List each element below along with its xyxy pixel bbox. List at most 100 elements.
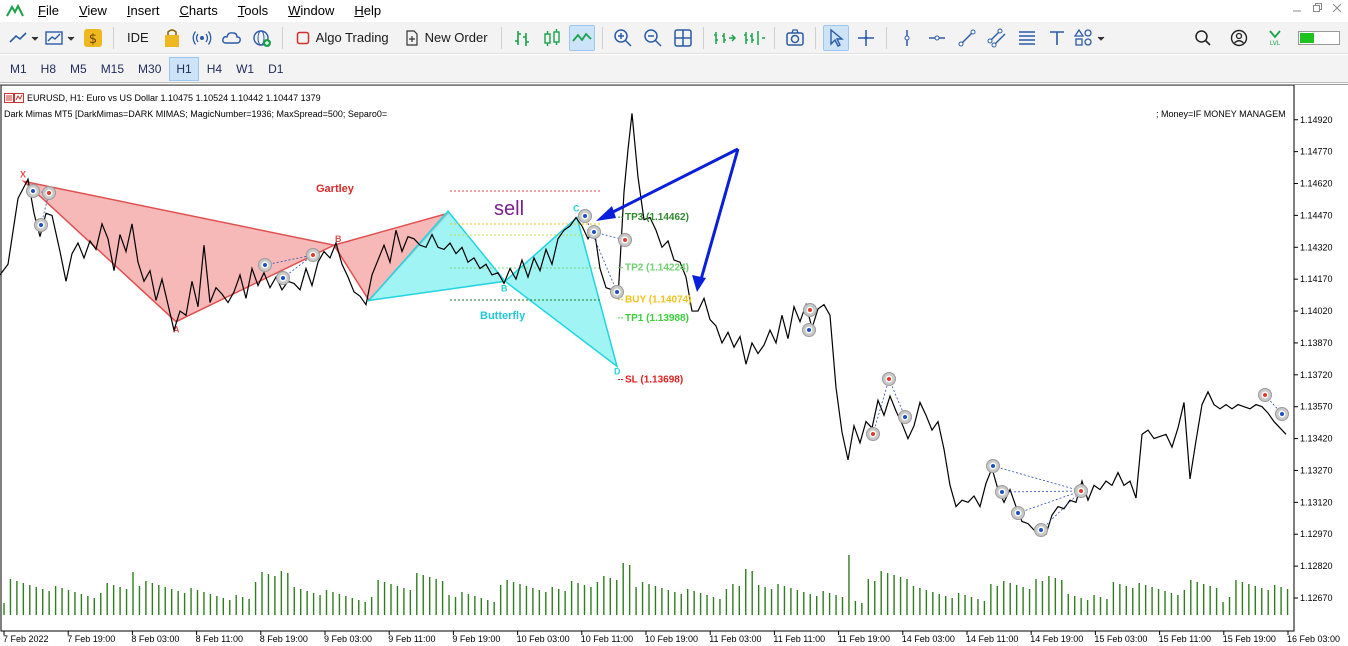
level-label: TP2 (1.14224) <box>625 263 689 274</box>
time-axis-label: 10 Feb 11:00 <box>581 634 633 644</box>
toolbar-separator <box>113 26 114 49</box>
timeframe-w1[interactable]: W1 <box>230 57 260 81</box>
fibonacci-button[interactable] <box>1014 25 1040 51</box>
minimize-icon[interactable] <box>1292 3 1302 13</box>
sell-arrow-icon <box>887 377 891 381</box>
main-toolbar: $ IDE Algo Trading New Order LVL <box>0 22 1348 54</box>
candlestick-icon <box>543 28 560 46</box>
buy-arrow-icon <box>281 276 285 280</box>
price-axis-label: 1.12670 <box>1300 593 1333 603</box>
chart-type-button[interactable] <box>8 25 40 51</box>
buy-arrow-icon <box>1016 511 1020 515</box>
shapes-dropdown-icon <box>1073 28 1104 46</box>
time-axis-label: 9 Feb 19:00 <box>452 634 500 644</box>
time-axis-label: 8 Feb 11:00 <box>196 634 243 644</box>
cursor-tool-button[interactable] <box>822 24 849 51</box>
indicator-params-line: Dark Mimas MT5 [DarkMimas=DARK MIMAS; Ma… <box>4 109 387 119</box>
line-chart-dropdown-icon <box>9 31 39 43</box>
auto-scroll-button[interactable] <box>711 25 737 51</box>
buy-arrow-icon <box>39 223 43 227</box>
signals-button[interactable] <box>189 25 215 51</box>
bar-chart-icon <box>514 30 529 46</box>
zoom-in-button[interactable] <box>610 25 636 51</box>
buy-arrow-icon <box>592 230 596 234</box>
menu-file[interactable]: File <box>28 0 69 22</box>
vps-button[interactable] <box>219 25 245 51</box>
market-button[interactable]: $ <box>80 25 106 51</box>
timeframe-h1[interactable]: H1 <box>169 56 199 81</box>
search-button[interactable] <box>1190 25 1216 51</box>
channel-button[interactable] <box>984 25 1010 51</box>
timeframe-m30[interactable]: M30 <box>132 57 167 81</box>
buy-arrow-icon <box>31 189 35 193</box>
line-chart-button[interactable] <box>568 24 595 51</box>
candlestick-chart-button[interactable] <box>539 25 565 51</box>
price-axis-label: 1.12820 <box>1300 561 1333 571</box>
chart-window[interactable]: 1.14920 1.14770 1.14620 1.14470 1.14320 1.141… <box>0 84 1348 646</box>
shapes-button[interactable] <box>1073 25 1106 51</box>
level-badge-icon: LVL <box>1269 30 1281 47</box>
account-button[interactable] <box>1226 25 1252 51</box>
buy-arrow-icon <box>1280 412 1284 416</box>
annotation-arrow-line <box>602 147 739 219</box>
cloud-icon <box>221 31 241 44</box>
new-order-button[interactable]: New Order <box>399 25 494 51</box>
channel-icon <box>987 28 1006 47</box>
menu-tools[interactable]: Tools <box>228 0 278 22</box>
screenshot-button[interactable] <box>782 25 808 51</box>
buy-arrow-icon <box>1039 528 1043 532</box>
time-axis-label: 9 Feb 11:00 <box>388 634 435 644</box>
chart-templates-icon <box>45 30 75 45</box>
crosshair-tool-button[interactable] <box>853 25 879 51</box>
timeframe-m5[interactable]: M5 <box>64 57 93 81</box>
chart-shift-button[interactable] <box>741 25 767 51</box>
time-axis-label: 15 Feb 03:00 <box>1094 634 1147 644</box>
fibonacci-icon <box>1018 30 1035 45</box>
menu-view[interactable]: View <box>69 0 117 22</box>
text-tool-button[interactable] <box>1044 25 1070 51</box>
trendline-button[interactable] <box>954 25 980 51</box>
connection-status[interactable] <box>1298 25 1340 51</box>
menu-help[interactable]: Help <box>344 0 391 22</box>
timeframe-h4[interactable]: H4 <box>201 57 228 81</box>
new-order-icon <box>406 29 418 46</box>
chart-shift-icon <box>743 30 765 45</box>
web-trading-button[interactable] <box>249 25 275 51</box>
bar-chart-button[interactable] <box>509 25 535 51</box>
signal-text: sell <box>494 198 524 220</box>
signal-broadcast-icon <box>192 30 212 45</box>
price-chart[interactable]: 1.14920 1.14770 1.14620 1.14470 1.14320 1.141… <box>0 85 1348 645</box>
vertical-line-button[interactable] <box>894 25 920 51</box>
horizontal-line-button[interactable] <box>924 25 950 51</box>
templates-button[interactable] <box>44 25 76 51</box>
zoom-out-button[interactable] <box>640 25 666 51</box>
text-tool-icon <box>1049 30 1064 45</box>
toolbar-separator <box>885 26 887 49</box>
close-icon[interactable] <box>1332 3 1342 13</box>
zoom-in-icon <box>613 28 632 47</box>
buy-arrow-icon <box>903 415 907 419</box>
shopping-bag-button[interactable] <box>159 25 185 51</box>
stop-square-icon <box>296 31 309 44</box>
price-axis-label: 1.13870 <box>1300 338 1333 348</box>
price-axis-label: 1.14770 <box>1300 147 1333 157</box>
menu-charts[interactable]: Charts <box>169 0 227 22</box>
timeframe-m15[interactable]: M15 <box>95 57 130 81</box>
time-axis-label: 16 Feb 03:00 <box>1287 634 1340 644</box>
timeframe-d1[interactable]: D1 <box>262 57 289 81</box>
timeframe-m1[interactable]: M1 <box>4 57 33 81</box>
menu-window[interactable]: Window <box>278 0 344 22</box>
price-axis-label: 1.13120 <box>1300 497 1333 507</box>
trendline-icon <box>958 29 976 46</box>
tile-windows-button[interactable] <box>670 25 696 51</box>
algo-trading-button[interactable]: Algo Trading <box>290 25 395 51</box>
level-button[interactable]: LVL <box>1262 25 1288 51</box>
timeframe-h8[interactable]: H8 <box>35 57 62 81</box>
pattern-point-label: B <box>501 283 508 293</box>
menu-insert[interactable]: Insert <box>117 0 170 22</box>
connection-bar-icon <box>1298 31 1340 45</box>
ide-button[interactable]: IDE <box>121 25 155 51</box>
level-label: TP1 (1.13988) <box>625 313 689 324</box>
price-axis-label: 1.14920 <box>1300 115 1333 125</box>
restore-icon[interactable] <box>1312 3 1322 13</box>
